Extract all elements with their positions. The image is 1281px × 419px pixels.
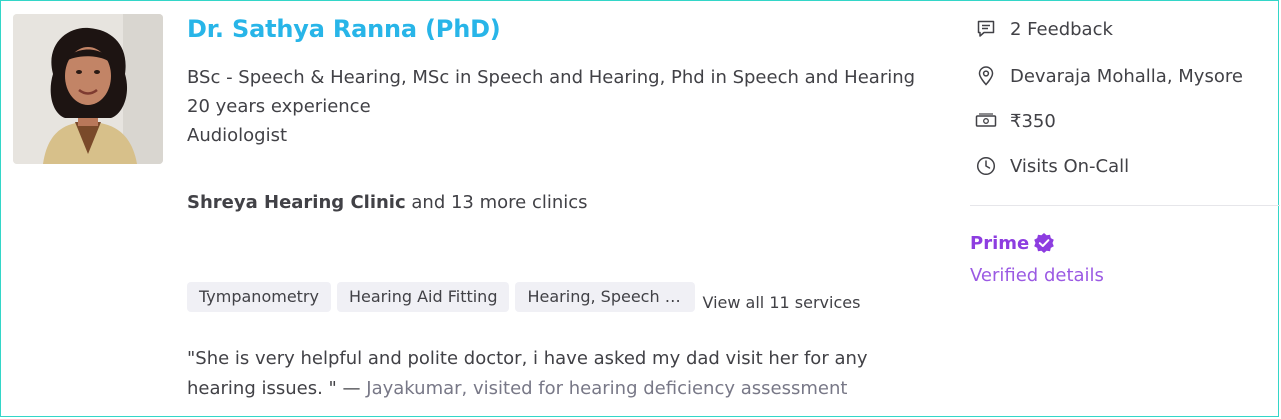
doctor-name[interactable]: Dr. Sathya Ranna (PhD) — [187, 15, 501, 43]
clinic-name[interactable]: Shreya Hearing Clinic — [187, 192, 406, 213]
verified-details-link[interactable]: Verified details — [970, 265, 1104, 286]
chat-bubble-icon — [975, 18, 997, 40]
more-clinics-text: and 13 more clinics — [411, 192, 588, 213]
doctor-specialty: Audiologist — [187, 125, 288, 146]
consultation-fee: ₹350 — [1010, 110, 1056, 132]
location-item: Devaraja Mohalla, Mysore — [975, 63, 1243, 89]
prime-badge: Prime — [970, 232, 1055, 254]
clock-icon — [975, 155, 997, 177]
doctor-qualifications: BSc - Speech & Hearing, MSc in Speech an… — [187, 67, 916, 88]
prime-label: Prime — [970, 232, 1030, 254]
service-tag: Hearing, Speech and Language Assessment — [515, 282, 696, 312]
service-tag: Tympanometry — [187, 282, 331, 312]
fee-item: ₹350 — [975, 108, 1056, 134]
location-pin-icon — [975, 65, 997, 87]
feedback-count: 2 Feedback — [1010, 18, 1113, 40]
doctor-card: Dr. Sathya Ranna (PhD) BSc - Speech & He… — [0, 0, 1280, 417]
cash-icon — [975, 110, 997, 132]
location-text: Devaraja Mohalla, Mysore — [1010, 65, 1243, 87]
services-tags: Tympanometry Hearing Aid Fitting Hearing… — [187, 282, 860, 312]
service-tag: Hearing Aid Fitting — [336, 282, 510, 312]
feedback-item[interactable]: 2 Feedback — [975, 16, 1113, 42]
doctor-experience: 20 years experience — [187, 96, 371, 117]
visits-text: Visits On-Call — [1010, 155, 1130, 177]
doctor-portrait-image — [13, 14, 163, 164]
doctor-photo[interactable] — [13, 14, 163, 164]
view-all-services-link[interactable]: View all 11 services — [702, 293, 860, 312]
reviewer-info: Jayakumar, visited for hearing deficienc… — [366, 378, 848, 399]
clinic-info: Shreya Hearing Clinic and 13 more clinic… — [187, 192, 588, 213]
sidebar-divider — [970, 205, 1280, 206]
review-snippet: "She is very helpful and polite doctor, … — [187, 344, 907, 404]
visits-item: Visits On-Call — [975, 153, 1129, 179]
verified-check-icon — [1033, 232, 1055, 254]
